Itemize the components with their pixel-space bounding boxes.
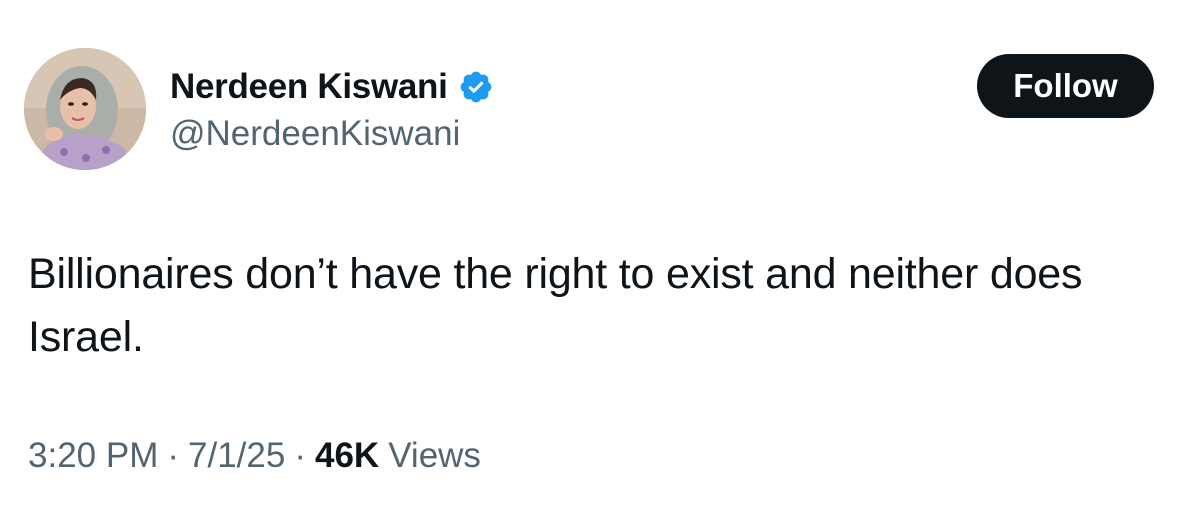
avatar[interactable]	[24, 48, 146, 170]
tweet-time[interactable]: 3:20 PM	[28, 436, 158, 476]
views-count[interactable]: 46K	[315, 436, 379, 476]
tweet-card: Nerdeen Kiswani @NerdeenKiswani Follow B…	[0, 0, 1200, 520]
avatar-photo	[24, 48, 146, 170]
meta-separator: ·	[167, 436, 180, 475]
views-label[interactable]: Views	[388, 436, 481, 476]
follow-button[interactable]: Follow	[977, 54, 1154, 118]
tweet-meta: 3:20 PM · 7/1/25 · 46K Views	[28, 436, 481, 476]
tweet-date[interactable]: 7/1/25	[188, 436, 285, 476]
tweet-text: Billionaires don’t have the right to exi…	[28, 250, 1083, 361]
author-display-name[interactable]: Nerdeen Kiswani	[170, 67, 448, 107]
verified-badge-icon[interactable]	[458, 69, 494, 105]
author-name-row: Nerdeen Kiswani	[170, 62, 494, 112]
author-handle[interactable]: @NerdeenKiswani	[170, 114, 460, 154]
meta-separator: ·	[294, 436, 306, 475]
